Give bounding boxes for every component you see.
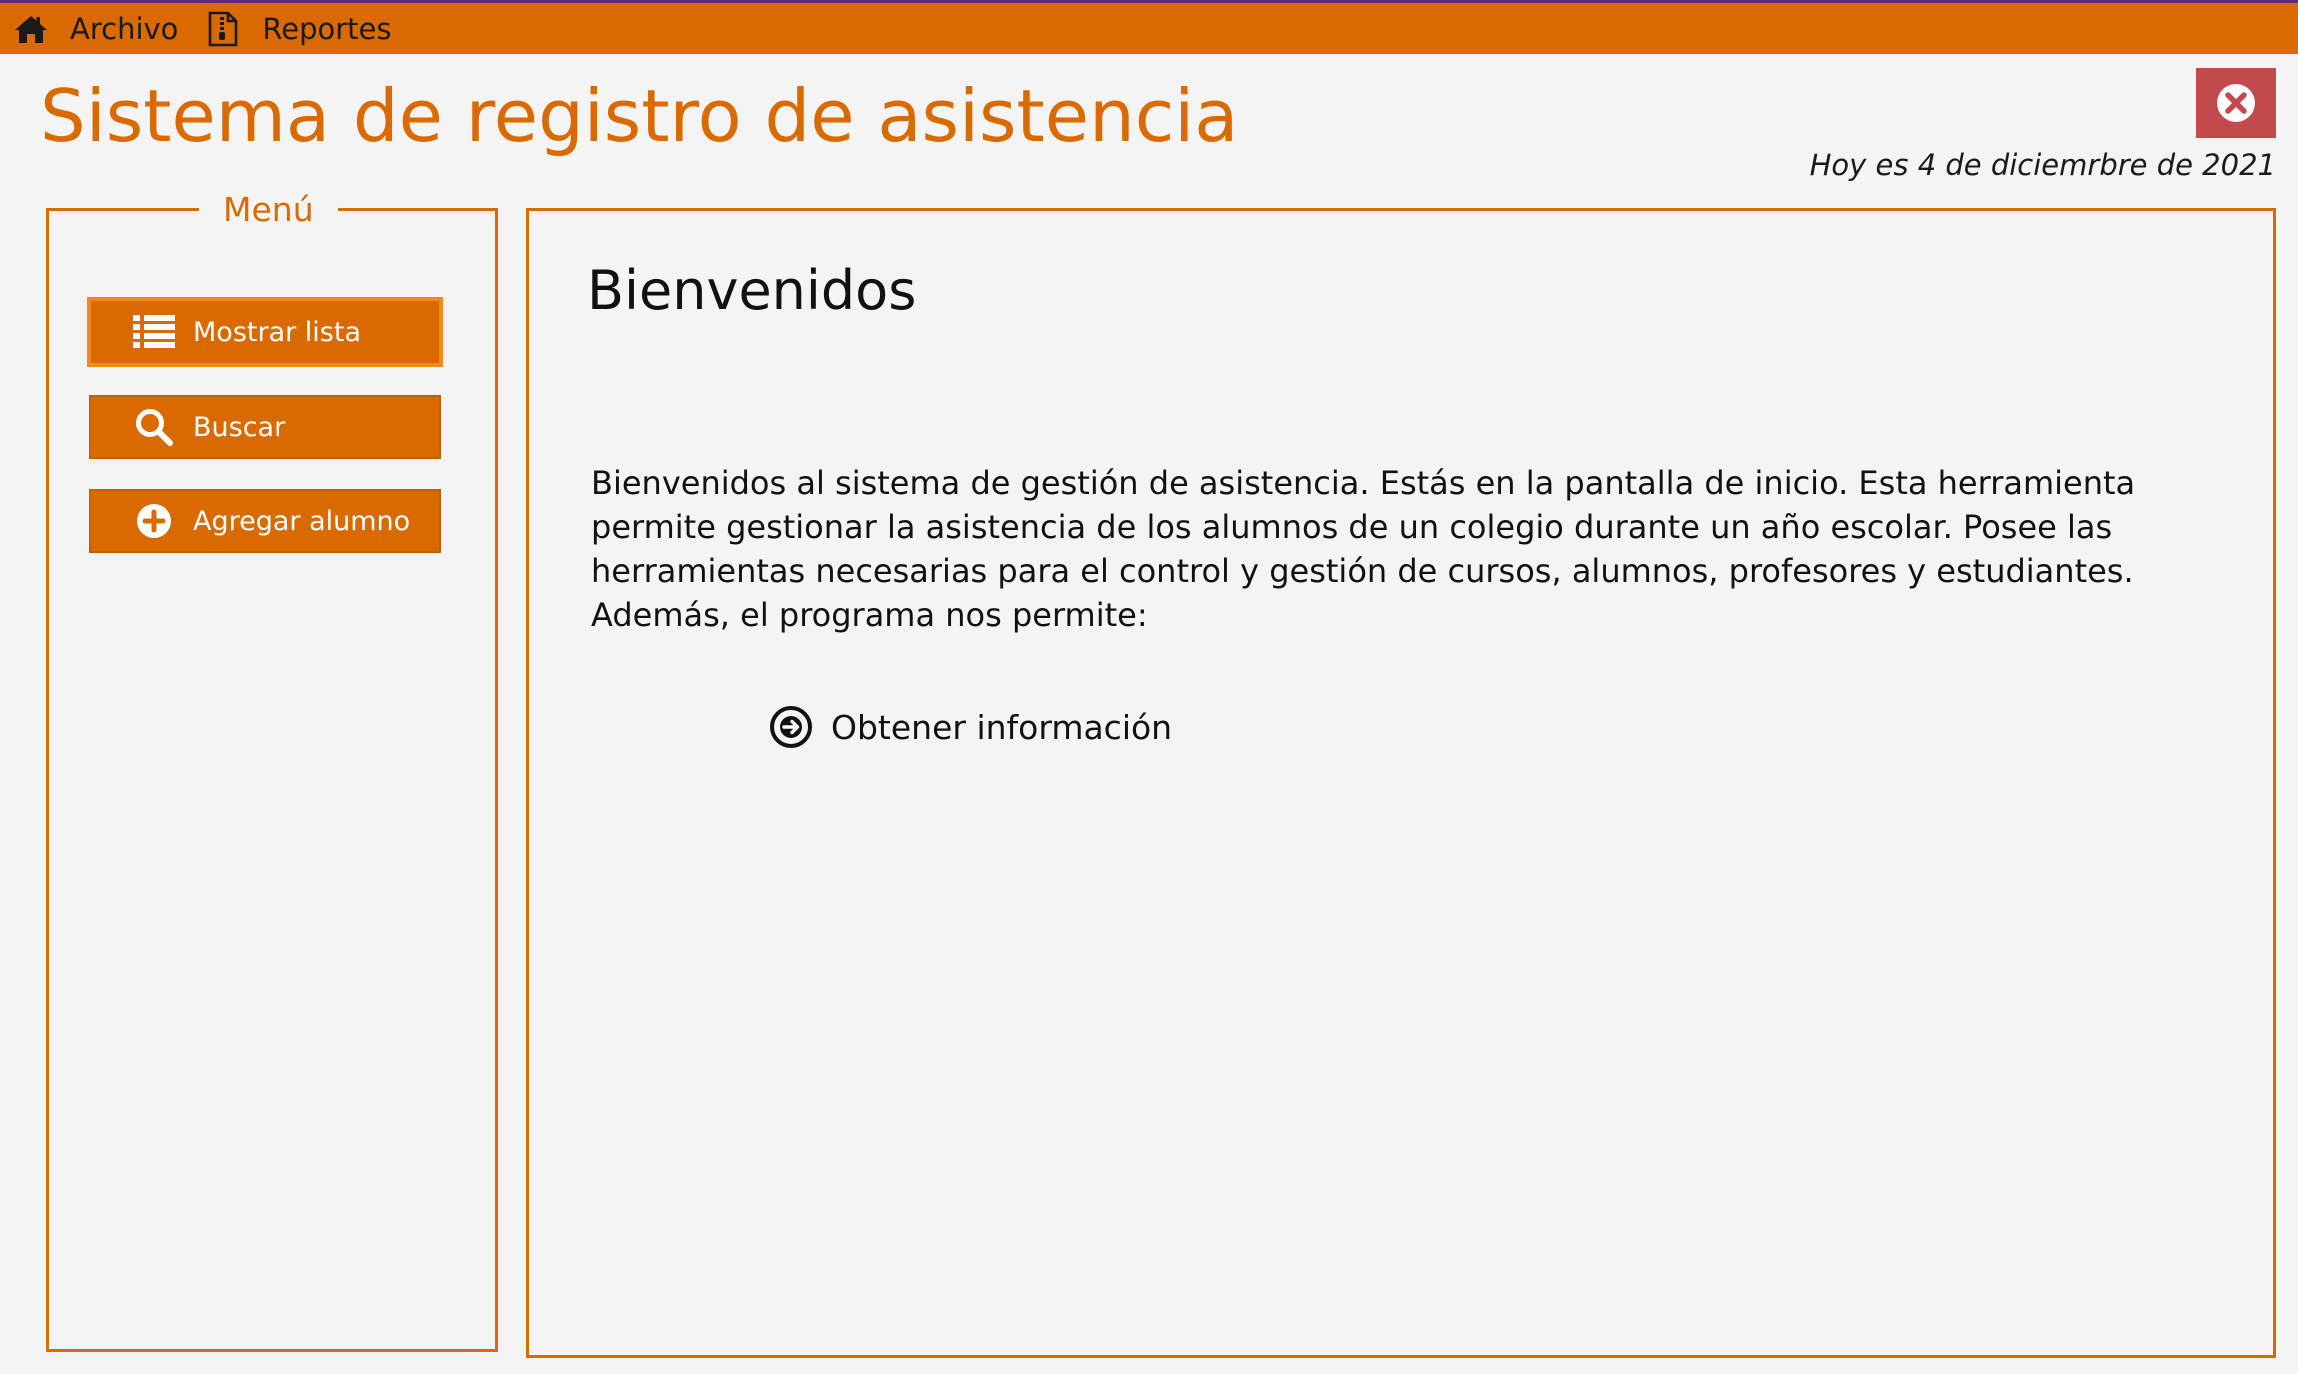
list-icon — [129, 315, 179, 349]
close-circle-icon — [2215, 82, 2257, 124]
home-icon — [14, 12, 48, 46]
menu-legend: Menú — [199, 185, 338, 235]
menu-archivo[interactable]: Archivo — [0, 3, 178, 54]
app-title: Sistema de registro de asistencia — [40, 74, 1239, 158]
search-button[interactable]: Buscar — [89, 395, 441, 459]
menu-reportes-label: Reportes — [262, 11, 392, 46]
welcome-paragraph: Bienvenidos al sistema de gestión de asi… — [591, 464, 2136, 634]
add-circle-icon — [129, 503, 179, 539]
report-file-icon — [208, 11, 238, 47]
welcome-heading: Bienvenidos — [587, 259, 917, 322]
menu-reportes[interactable]: Reportes — [208, 3, 392, 54]
get-info-label: Obtener información — [831, 707, 1173, 747]
menu-bar: Archivo Reportes — [0, 0, 2298, 54]
content-panel: Bienvenidos Bienvenidos al sistema de ge… — [526, 208, 2276, 1358]
get-info-link[interactable]: Obtener información — [769, 705, 1172, 749]
close-button[interactable] — [2196, 68, 2276, 138]
show-list-label: Mostrar lista — [193, 316, 361, 348]
menu-archivo-label: Archivo — [70, 11, 179, 46]
arrow-right-circle-icon — [769, 705, 813, 749]
menu-panel: Menú Mostrar lista Buscar Agregar alumno — [46, 185, 498, 1352]
search-label: Buscar — [193, 411, 286, 443]
current-date: Hoy es 4 de diciemrbre de 2021 — [1809, 148, 2276, 182]
search-icon — [129, 408, 179, 446]
show-list-button[interactable]: Mostrar lista — [87, 297, 443, 367]
add-student-button[interactable]: Agregar alumno — [89, 489, 441, 553]
add-student-label: Agregar alumno — [193, 505, 411, 537]
